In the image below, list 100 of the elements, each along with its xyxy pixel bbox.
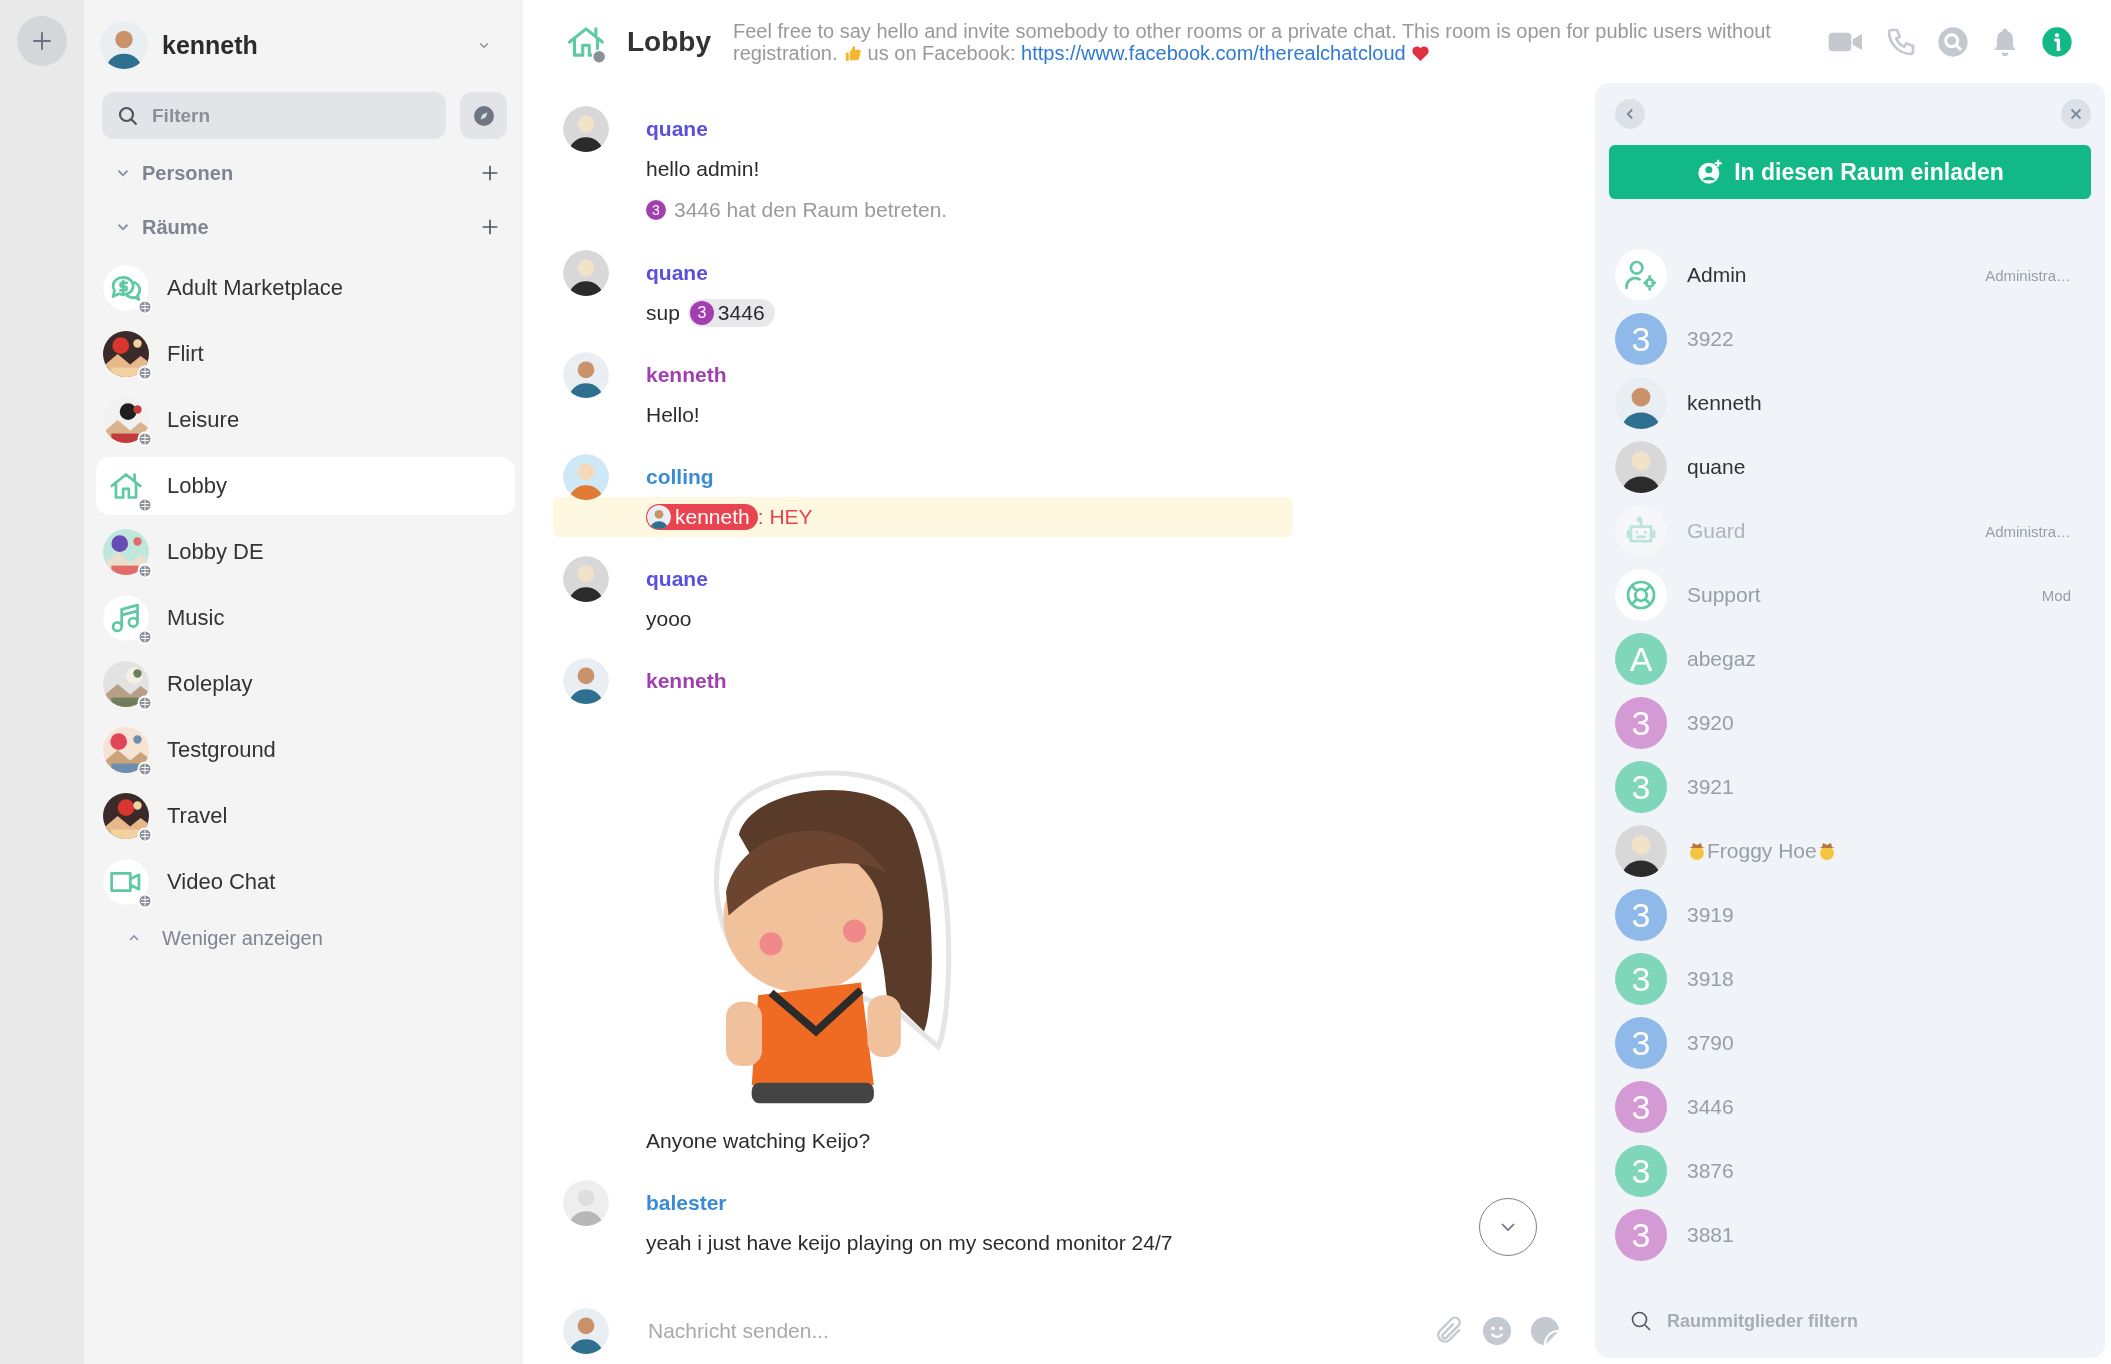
letter-avatar: 3	[1615, 889, 1667, 941]
search-icon[interactable]	[1937, 25, 1969, 58]
member-item[interactable]: kenneth	[1609, 377, 2091, 429]
member-item[interactable]: 3 3922	[1609, 313, 2091, 365]
author-name[interactable]: balester	[646, 1191, 727, 1215]
message-text: Hello!	[646, 403, 700, 427]
member-filter-field[interactable]: Raummitglieder filtern	[1609, 1301, 1939, 1341]
member-item[interactable]: quane	[1609, 441, 2091, 493]
member-name: Admin	[1687, 263, 1747, 287]
message-text: Anyone watching Keijo?	[646, 1129, 871, 1153]
author-name[interactable]: colling	[646, 465, 714, 489]
letter-avatar: 3	[1615, 1081, 1667, 1133]
globe-icon	[137, 893, 153, 909]
thumbs-up-icon	[843, 43, 863, 63]
message-text: yeah i just have keijo playing on my second monitor 24/7	[646, 1231, 1173, 1255]
room-item[interactable]: Flirt	[96, 325, 515, 383]
room-item[interactable]: Roleplay	[96, 655, 515, 713]
back-button[interactable]	[1615, 99, 1645, 129]
member-item[interactable]: 3 3446	[1609, 1081, 2091, 1133]
video-camera-icon	[103, 859, 149, 905]
member-item[interactable]: Support Mod	[1609, 569, 2091, 621]
globe-icon	[137, 497, 153, 513]
room-topic: Feel free to say hello and invite somebody to other rooms or a private chat. This room is open for public users without registration. us on Facebook: https://www.facebook.com/therealchatcloud	[733, 19, 1772, 64]
room-item[interactable]: Leisure	[96, 391, 515, 449]
cowboy-face-icon	[1687, 841, 1707, 861]
globe-icon	[137, 563, 153, 579]
room-item[interactable]: Testground	[96, 721, 515, 779]
letter-avatar: 3	[1615, 697, 1667, 749]
user-avatar[interactable]	[563, 106, 609, 152]
section-title[interactable]: Räume	[142, 215, 479, 239]
member-role: Mod	[2041, 586, 2071, 604]
member-name: 3790	[1687, 1031, 1734, 1055]
author-name[interactable]: kenneth	[646, 669, 727, 693]
room-title: Lobby	[627, 25, 711, 58]
member-item[interactable]: 3 3790	[1609, 1017, 2091, 1069]
room-item[interactable]: Travel	[96, 787, 515, 845]
member-item[interactable]: 3 3921	[1609, 761, 2091, 813]
message-text: yooo	[646, 607, 692, 631]
member-name: 3881	[1687, 1223, 1734, 1247]
member-item[interactable]: Froggy Hoe	[1609, 825, 2091, 877]
room-item[interactable]: Adult Marketplace	[96, 259, 515, 317]
system-message: 3446 hat den Raum betreten.	[674, 198, 948, 222]
member-name: 3919	[1687, 903, 1734, 927]
section-title[interactable]: Personen	[142, 161, 479, 185]
member-item[interactable]: A abegaz	[1609, 633, 2091, 685]
smiley-icon[interactable]	[1481, 1315, 1513, 1347]
message-input[interactable]: Nachricht senden...	[646, 1318, 1417, 1344]
show-less-link[interactable]: Weniger anzeigen	[96, 919, 323, 957]
author-name[interactable]: quane	[646, 261, 708, 285]
member-name: quane	[1687, 455, 1746, 479]
member-name: 3918	[1687, 967, 1734, 991]
letter-avatar: 3	[1615, 1209, 1667, 1261]
lifebuoy-icon	[1615, 569, 1667, 621]
user-avatar[interactable]	[563, 250, 609, 296]
user-avatar	[1615, 825, 1667, 877]
search-field[interactable]: Filtern	[102, 92, 446, 139]
mention-name: 3446	[717, 301, 765, 325]
message-text: hello admin!	[646, 157, 760, 181]
member-role: Administra…	[1985, 522, 2071, 540]
member-name: Guard	[1687, 519, 1746, 543]
music-note-icon	[103, 595, 149, 641]
room-item[interactable]: Music	[96, 589, 515, 647]
compass-icon	[471, 103, 496, 128]
user-name: kenneth	[162, 30, 259, 60]
member-name: Froggy Hoe	[1707, 839, 1817, 863]
member-name: 3446	[1687, 1095, 1734, 1119]
member-name: abegaz	[1687, 647, 1756, 671]
user-avatar[interactable]	[563, 556, 609, 602]
mention-pill[interactable]: 3 3446	[687, 299, 775, 327]
info-icon[interactable]	[2041, 25, 2073, 58]
member-name: 3920	[1687, 711, 1734, 735]
member-name: kenneth	[1687, 391, 1762, 415]
room-item[interactable]: Lobby	[96, 457, 515, 515]
close-button[interactable]	[2061, 99, 2091, 129]
facebook-link[interactable]: https://www.facebook.com/therealchatcloud	[1021, 41, 1406, 64]
mention-pill[interactable]: kenneth	[646, 504, 758, 530]
room-item[interactable]: Video Chat	[96, 853, 515, 911]
member-item[interactable]: 3 3918	[1609, 953, 2091, 1005]
chat-dollar-icon	[103, 265, 149, 311]
user-avatar	[563, 1308, 609, 1354]
author-name[interactable]: quane	[646, 567, 708, 591]
invite-button[interactable]: In diesen Raum einladen	[1609, 145, 2091, 199]
sticker-icon[interactable]	[1529, 1315, 1561, 1347]
globe-icon	[137, 365, 153, 381]
member-name: 3921	[1687, 775, 1734, 799]
member-item[interactable]: 3 3920	[1609, 697, 2091, 749]
add-button[interactable]	[17, 16, 67, 66]
member-item[interactable]: 3 3881	[1609, 1209, 2091, 1261]
author-name[interactable]: kenneth	[646, 363, 727, 387]
globe-icon	[137, 629, 153, 645]
room-item[interactable]: Lobby DE	[96, 523, 515, 581]
user-badge: 3	[689, 301, 714, 325]
member-item[interactable]: 3 3876	[1609, 1145, 2091, 1197]
member-item[interactable]: 3 3919	[1609, 889, 2091, 941]
mention-name: kenneth	[675, 505, 750, 529]
member-item[interactable]: Admin Administra…	[1609, 249, 2091, 301]
explore-button[interactable]	[460, 92, 507, 139]
globe-icon	[137, 761, 153, 777]
author-name[interactable]: quane	[646, 117, 708, 141]
globe-icon	[137, 695, 153, 711]
